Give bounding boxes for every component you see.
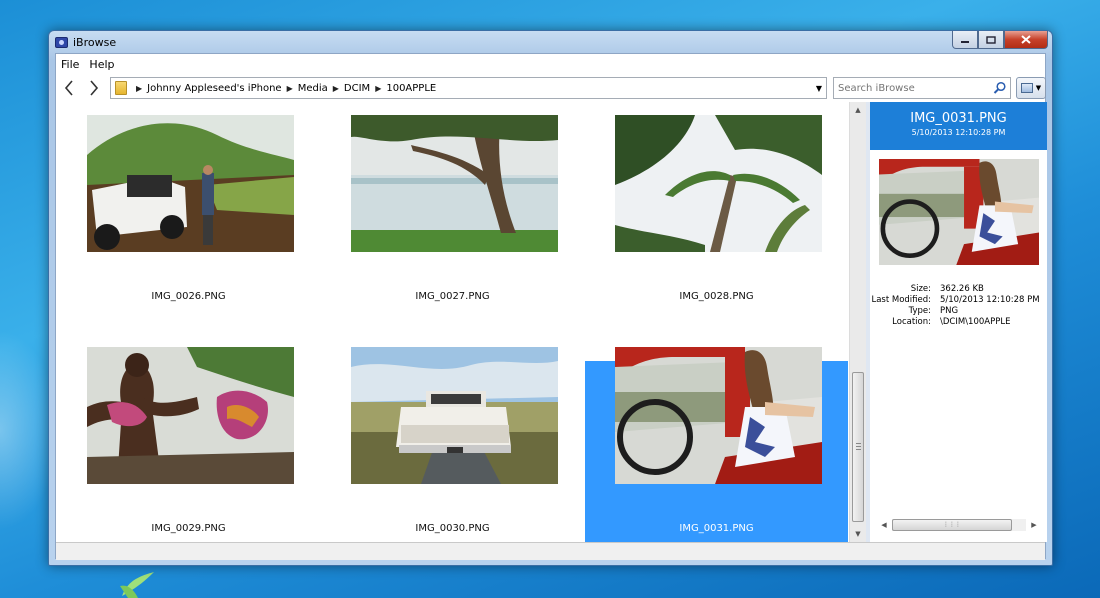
- menu-file[interactable]: File: [56, 54, 84, 74]
- photo-filename: IMG_0029.PNG: [151, 523, 226, 534]
- breadcrumb: ▶ Johnny Appleseed's iPhone ▶ Media ▶ DC…: [133, 83, 436, 94]
- property-value: 5/10/2013 12:10:28 PM: [940, 295, 1040, 305]
- back-arrow-icon: [64, 80, 73, 96]
- scroll-left-icon[interactable]: ◀: [878, 518, 890, 532]
- gallery-scrollbar[interactable]: ▲ ▼: [849, 102, 866, 542]
- photo-tile[interactable]: IMG_0026.PNG: [57, 110, 320, 335]
- property-label: Size:: [910, 284, 931, 294]
- photo-thumbnail: [87, 115, 294, 252]
- photo-filename: IMG_0030.PNG: [415, 523, 490, 534]
- photo-tile[interactable]: IMG_0027.PNG: [321, 110, 584, 335]
- photo-tile[interactable]: IMG_0030.PNG: [321, 337, 584, 542]
- maximize-icon: [986, 35, 996, 44]
- photo-thumbnail: [351, 347, 558, 484]
- property-label: Location:: [892, 317, 931, 327]
- photo-filename: IMG_0031.PNG: [679, 523, 754, 534]
- details-header: IMG_0031.PNG 5/10/2013 12:10:28 PM: [870, 102, 1047, 150]
- breadcrumb-100apple[interactable]: 100APPLE: [386, 83, 436, 94]
- menu-bar: File Help: [56, 54, 1045, 74]
- details-panel: IMG_0031.PNG 5/10/2013 12:10:28 PM Size:…: [870, 102, 1047, 542]
- details-scrollbar[interactable]: ◀ ⋮⋮⋮ ▶: [878, 518, 1040, 532]
- photo-tile[interactable]: IMG_0028.PNG: [585, 110, 848, 335]
- photo-tile-selected[interactable]: IMG_0031.PNG: [585, 347, 848, 542]
- chevron-right-icon: ▶: [375, 83, 382, 93]
- menu-help[interactable]: Help: [84, 54, 119, 74]
- property-row: Type: PNG: [870, 306, 1047, 317]
- folder-icon: [115, 81, 127, 95]
- details-preview: [879, 159, 1039, 265]
- photo-filename: IMG_0026.PNG: [151, 291, 226, 302]
- grip-icon: [856, 443, 861, 450]
- property-label: Type:: [908, 306, 931, 316]
- search-icon[interactable]: [993, 81, 1007, 95]
- search-box: [833, 77, 1011, 99]
- view-options-button[interactable]: ▼: [1016, 77, 1046, 99]
- app-icon: [55, 37, 68, 48]
- scroll-up-icon[interactable]: ▲: [850, 102, 866, 118]
- chevron-right-icon: ▶: [332, 83, 339, 93]
- details-date: 5/10/2013 12:10:28 PM: [911, 128, 1006, 137]
- details-properties: Size: 362.26 KB Last Modified: 5/10/2013…: [870, 284, 1047, 328]
- property-value: PNG: [940, 306, 959, 316]
- photo-thumbnail: [615, 347, 822, 484]
- scroll-down-icon[interactable]: ▼: [850, 526, 866, 542]
- back-button[interactable]: [59, 78, 79, 98]
- property-row: Size: 362.26 KB: [870, 284, 1047, 295]
- breadcrumb-media[interactable]: Media: [298, 83, 328, 94]
- close-button[interactable]: [1004, 31, 1048, 49]
- chevron-right-icon: ▶: [136, 83, 143, 93]
- photo-filename: IMG_0027.PNG: [415, 291, 490, 302]
- navigation-bar: ▶ Johnny Appleseed's iPhone ▶ Media ▶ DC…: [56, 74, 1046, 102]
- search-input[interactable]: [834, 78, 992, 98]
- property-value: \DCIM\100APPLE: [940, 317, 1011, 327]
- status-bar: [56, 542, 1045, 560]
- property-row: Location: \DCIM\100APPLE: [870, 317, 1047, 328]
- scrollbar-thumb[interactable]: ⋮⋮⋮: [892, 519, 1012, 531]
- window-content: File Help ▶ Johnny Appleseed's iPhone ▶ …: [55, 53, 1047, 560]
- close-icon: [1021, 35, 1031, 44]
- photo-thumbnail: [351, 115, 558, 252]
- forward-arrow-icon: [90, 80, 99, 96]
- address-bar[interactable]: ▶ Johnny Appleseed's iPhone ▶ Media ▶ DC…: [110, 77, 827, 99]
- photo-tile[interactable]: IMG_0029.PNG: [57, 337, 320, 542]
- title-bar[interactable]: iBrowse: [49, 31, 1052, 53]
- photo-filename: IMG_0028.PNG: [679, 291, 754, 302]
- forward-button[interactable]: [84, 78, 104, 98]
- dropdown-arrow-icon: ▼: [1035, 84, 1042, 92]
- chevron-right-icon: ▶: [286, 83, 293, 93]
- minimize-button[interactable]: [952, 31, 978, 49]
- photo-gallery: IMG_0026.PNG IMG_0027.PNG IMG_0028.PNG I…: [56, 110, 849, 542]
- breadcrumb-device[interactable]: Johnny Appleseed's iPhone: [147, 83, 281, 94]
- app-window: iBrowse File Help ▶ Johnny Appleseed's i…: [48, 30, 1053, 566]
- scrollbar-thumb[interactable]: [852, 372, 864, 522]
- photo-thumbnail: [87, 347, 294, 484]
- maximize-button[interactable]: [978, 31, 1004, 49]
- desktop-decoration: [120, 572, 154, 598]
- details-title: IMG_0031.PNG: [910, 111, 1007, 126]
- minimize-icon: [961, 40, 969, 43]
- property-row: Last Modified: 5/10/2013 12:10:28 PM: [870, 295, 1047, 306]
- view-options-icon: [1020, 83, 1033, 93]
- window-title: iBrowse: [73, 36, 117, 49]
- scroll-right-icon[interactable]: ▶: [1028, 518, 1040, 532]
- window-controls: [952, 31, 1048, 49]
- dropdown-arrow-icon[interactable]: ▼: [812, 78, 826, 98]
- photo-thumbnail: [615, 115, 822, 252]
- breadcrumb-dcim[interactable]: DCIM: [344, 83, 370, 94]
- property-label: Last Modified:: [871, 295, 931, 305]
- property-value: 362.26 KB: [940, 284, 984, 294]
- scrollbar-track[interactable]: ⋮⋮⋮: [892, 519, 1026, 531]
